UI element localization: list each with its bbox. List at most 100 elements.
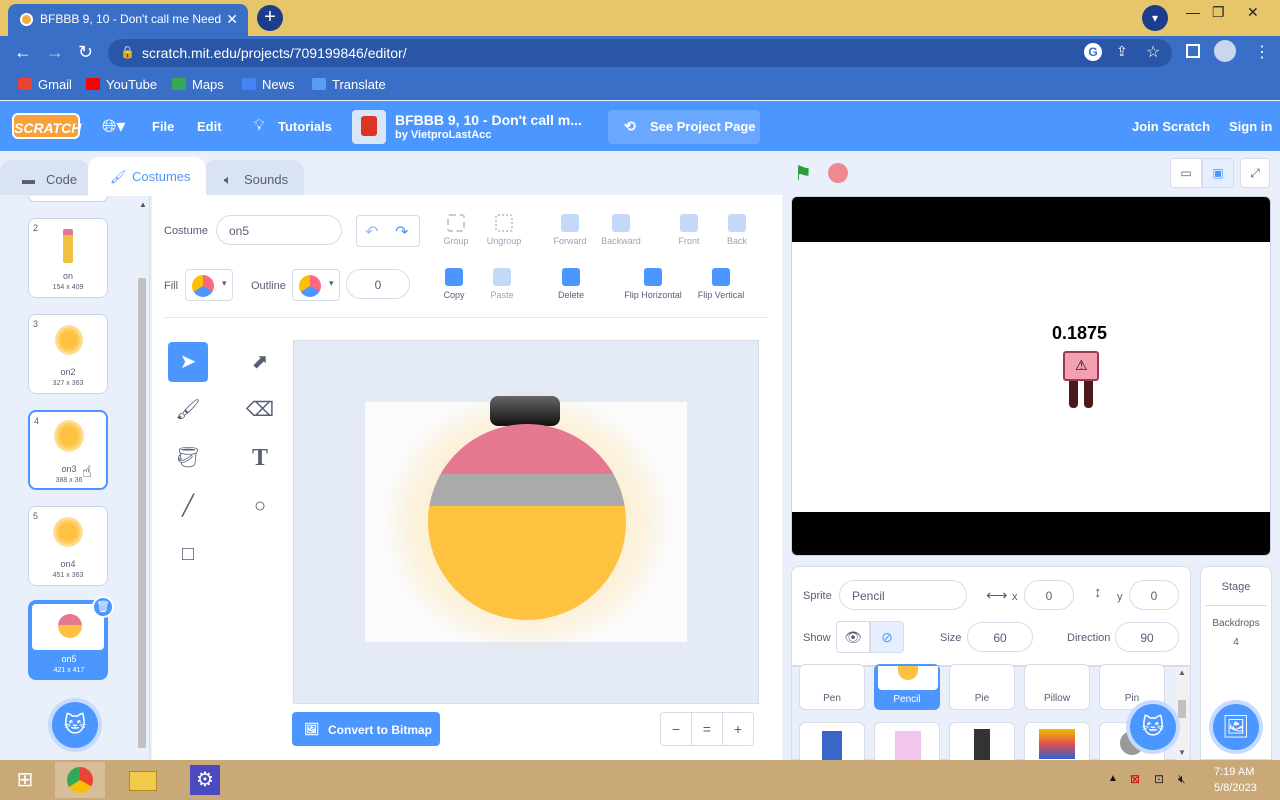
tutorials-menu[interactable]: Tutorials <box>278 119 332 134</box>
reload-icon[interactable]: ↻ <box>78 42 93 63</box>
settings-taskbar-icon[interactable]: ⚙ <box>180 762 230 798</box>
costume-tile-partial[interactable] <box>28 196 108 202</box>
sprite-tile[interactable]: Pie <box>949 664 1015 710</box>
forward-arrow-icon[interactable]: → <box>46 42 64 63</box>
size-input[interactable]: 60 <box>967 622 1033 652</box>
show-eye-icon[interactable]: 👁︎ <box>836 621 870 653</box>
fill-tool-icon[interactable]: 🪣︎ <box>168 438 208 478</box>
convert-to-bitmap-button[interactable]: 🖼︎ Convert to Bitmap <box>292 712 440 746</box>
bookmark-maps[interactable]: Maps <box>172 77 224 92</box>
file-menu[interactable]: File <box>152 119 174 134</box>
tab-sounds[interactable]: 🔈︎ Sounds <box>204 160 304 196</box>
costume-tile[interactable]: 2 on 154 x 409 <box>28 218 108 298</box>
zoom-out-button[interactable]: − <box>660 712 692 746</box>
hide-eye-icon[interactable]: ⊘ <box>870 621 904 653</box>
back-arrow-icon[interactable]: ← <box>14 42 32 63</box>
reshape-tool-icon[interactable]: ⬈ <box>240 342 280 382</box>
bookmark-star-icon[interactable]: ☆ <box>1146 42 1160 62</box>
outline-width-input[interactable]: 0 <box>346 269 410 299</box>
scrollbar-thumb[interactable] <box>138 278 146 748</box>
edit-menu[interactable]: Edit <box>197 119 222 134</box>
copy-button[interactable]: Copy <box>430 268 478 300</box>
direction-input[interactable]: 90 <box>1115 622 1179 652</box>
circle-tool-icon[interactable]: ○ <box>240 486 280 526</box>
stop-icon[interactable] <box>828 163 848 183</box>
y-input[interactable]: 0 <box>1129 580 1179 610</box>
flip-horizontal-button[interactable]: Flip Horizontal <box>618 268 688 300</box>
x-input[interactable]: 0 <box>1024 580 1074 610</box>
zoom-reset-button[interactable]: = <box>691 712 723 746</box>
forward-button[interactable]: Forward <box>546 214 594 246</box>
scroll-up-icon[interactable]: ▲ <box>1178 668 1186 677</box>
bookmark-youtube[interactable]: YouTube <box>86 77 157 92</box>
back-button[interactable]: Back <box>713 214 761 246</box>
zoom-in-button[interactable]: + <box>722 712 754 746</box>
sprite-name-input[interactable]: Pencil <box>839 580 967 610</box>
tab-close-icon[interactable]: ✕ <box>226 11 238 28</box>
stage-character[interactable]: ⚠︎ <box>1063 351 1099 381</box>
choose-costume-button[interactable]: 🐱︎ <box>52 702 98 748</box>
select-tool-icon[interactable]: ➤ <box>168 342 208 382</box>
fullscreen-icon[interactable]: ⤢ <box>1240 158 1270 188</box>
new-tab-button[interactable]: + <box>257 5 283 31</box>
tray-volume-muted-icon[interactable]: 🔇︎ <box>1178 772 1186 787</box>
flip-vertical-button[interactable]: Flip Vertical <box>690 268 752 300</box>
front-button[interactable]: Front <box>665 214 713 246</box>
browser-tab[interactable]: BFBBB 9, 10 - Don't call me Need ✕ <box>8 4 248 36</box>
scrollbar-thumb[interactable] <box>1178 700 1186 718</box>
fill-color-picker[interactable]: ▾ <box>185 269 233 301</box>
group-button[interactable]: Group <box>432 214 480 246</box>
file-explorer-icon[interactable] <box>117 762 167 798</box>
tray-network-error-icon[interactable]: ⊠ <box>1130 772 1140 786</box>
delete-button[interactable]: Delete <box>547 268 595 300</box>
see-project-page-button[interactable]: ⟲ See Project Page <box>608 110 760 144</box>
line-tool-icon[interactable]: ╱ <box>168 486 208 526</box>
ungroup-button[interactable]: Ungroup <box>480 214 528 246</box>
costume-tile-selected[interactable]: 6 on5 421 x 417 🗑︎ <box>28 596 114 680</box>
costume-list-scrollbar[interactable]: ▲ <box>137 198 147 748</box>
sign-in-link[interactable]: Sign in <box>1229 119 1272 134</box>
tray-chevron-icon[interactable]: ▲ <box>1108 773 1118 784</box>
join-scratch-link[interactable]: Join Scratch <box>1132 119 1210 134</box>
taskbar-time[interactable]: 7:19 AM <box>1214 766 1254 778</box>
scratch-logo[interactable]: SCRATCH <box>12 113 81 139</box>
rectangle-tool-icon[interactable]: □ <box>168 534 208 574</box>
more-menu-icon[interactable]: ⋮ <box>1254 42 1270 62</box>
minimize-icon[interactable]: — <box>1186 4 1200 20</box>
profile-avatar[interactable] <box>1214 40 1236 62</box>
outline-color-picker[interactable]: ▾ <box>292 269 340 301</box>
brush-tool-icon[interactable]: 🖌︎ <box>168 390 208 430</box>
stage-canvas[interactable]: 0.1875 ⚠︎ <box>791 196 1271 556</box>
sprite-list-scrollbar[interactable]: ▲ ▼ <box>1176 668 1188 760</box>
window-close-icon[interactable]: ✕ <box>1247 4 1259 21</box>
bookmark-translate[interactable]: Translate <box>312 77 386 92</box>
url-field[interactable]: 🔒 scratch.mit.edu/projects/709199846/edi… <box>108 39 1172 67</box>
tray-network-icon[interactable]: ⊡ <box>1154 772 1164 786</box>
tab-code[interactable]: ▬ Code <box>0 160 90 196</box>
choose-sprite-button[interactable]: 🐱︎ <box>1130 704 1176 750</box>
chrome-taskbar-icon[interactable] <box>55 762 105 798</box>
language-globe-icon[interactable]: 🌐︎▾ <box>102 116 125 137</box>
tab-search-chevron-icon[interactable]: ▾ <box>1142 5 1168 31</box>
taskbar-date[interactable]: 5/8/2023 <box>1214 782 1257 794</box>
large-stage-icon[interactable]: ▣ <box>1202 158 1234 188</box>
costume-name-input[interactable]: on5 <box>216 215 342 245</box>
sidepanel-icon[interactable] <box>1186 44 1200 58</box>
text-tool-icon[interactable]: T <box>240 438 280 478</box>
windows-start-icon[interactable]: ⊞ <box>0 762 50 798</box>
sprite-tile[interactable]: Pin <box>1099 664 1165 710</box>
sprite-tile[interactable]: Pillow <box>1024 664 1090 710</box>
bookmark-gmail[interactable]: Gmail <box>18 77 72 92</box>
eraser-tool-icon[interactable]: ⌫ <box>240 390 280 430</box>
delete-costume-icon[interactable]: 🗑︎ <box>92 596 114 618</box>
choose-backdrop-button[interactable]: 🖼︎ <box>1213 704 1259 750</box>
scroll-up-icon[interactable]: ▲ <box>139 200 147 209</box>
small-stage-icon[interactable]: ▭ <box>1170 158 1202 188</box>
green-flag-icon[interactable]: ⚑ <box>794 161 812 186</box>
costume-tile[interactable]: 3 on2 327 x 363 <box>28 314 108 394</box>
costume-tile-hovered[interactable]: 4 on3 388 x 36 ☝︎ <box>28 410 108 490</box>
sprite-tile[interactable]: Pen <box>799 664 865 710</box>
redo-icon[interactable]: ↷ <box>395 222 408 242</box>
restore-icon[interactable]: ❐ <box>1212 4 1225 21</box>
paste-button[interactable]: Paste <box>478 268 526 300</box>
